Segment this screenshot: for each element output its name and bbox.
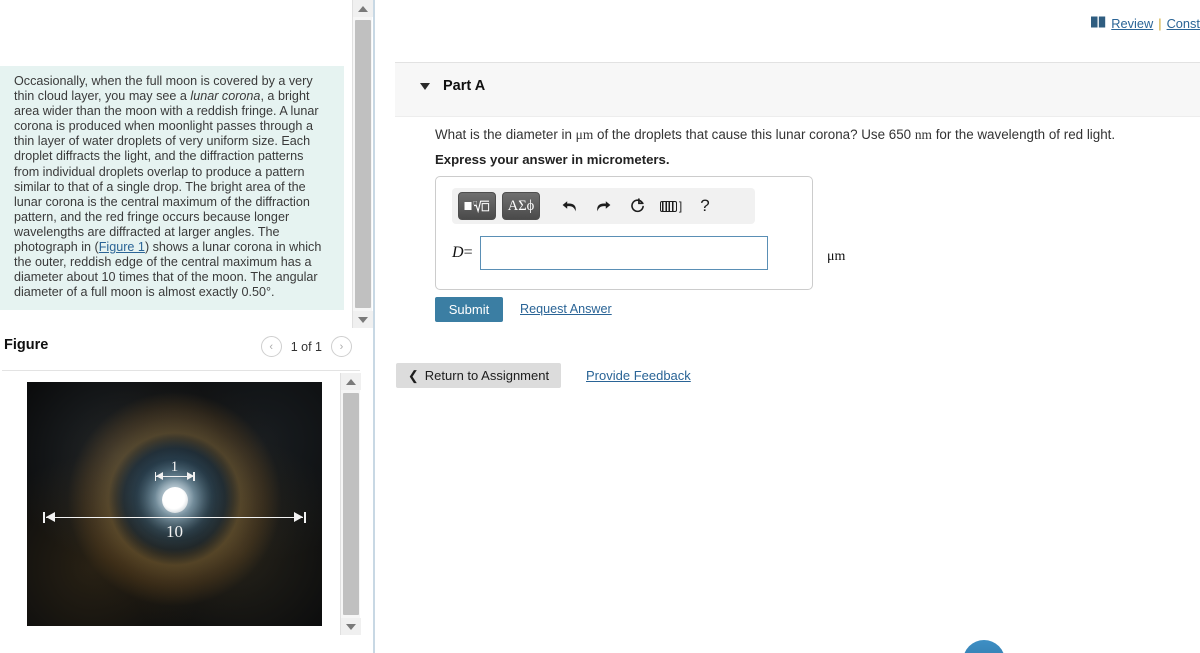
keyboard-icon[interactable]: ] (658, 192, 684, 220)
figure-1-link[interactable]: Figure 1 (99, 240, 145, 254)
figure-divider (2, 370, 360, 371)
keyboard-glyph (659, 200, 677, 212)
statement-scroll-down-button[interactable] (353, 311, 373, 328)
request-answer-link[interactable]: Request Answer (520, 302, 612, 316)
part-a-title: Part A (443, 78, 486, 94)
caret-down-icon[interactable] (420, 83, 430, 90)
corona-diameter-label: 10 (166, 521, 183, 541)
provide-feedback-link[interactable]: Provide Feedback (586, 368, 691, 383)
statement-scrollbar[interactable] (352, 0, 373, 328)
figure-navigation: ‹ 1 of 1 › (260, 336, 352, 357)
top-links-row: Review | Const (1091, 16, 1200, 31)
return-to-assignment-label: Return to Assignment (424, 368, 550, 383)
variable-d: D (452, 244, 464, 261)
greek-symbols-button[interactable]: ΑΣϕ (502, 192, 540, 220)
statement-part-4: . (271, 285, 275, 300)
links-separator: | (1158, 16, 1162, 31)
submit-button[interactable]: Submit (435, 297, 503, 322)
arrowhead-left-large-icon (46, 512, 55, 523)
redo-icon[interactable] (590, 192, 616, 220)
question-text-c: for the wavelength of red light. (931, 127, 1116, 142)
problem-statement-box: Occasionally, when the full moon is cove… (0, 66, 344, 311)
triangle-down-icon (346, 623, 356, 630)
question-text: What is the diameter in μm of the drople… (435, 127, 1115, 143)
part-a-header[interactable]: Part A (395, 62, 1200, 117)
book-icon (1091, 16, 1106, 31)
triangle-down-icon (358, 316, 368, 323)
answer-instruction: Express your answer in micrometers. (435, 152, 670, 167)
main-panel: Review | Const Part A What is the diamet… (377, 0, 1200, 653)
figure-scroll-down-button[interactable] (341, 618, 361, 635)
page-root: Occasionally, when the full moon is cove… (0, 0, 1200, 653)
problem-statement-region: Occasionally, when the full moon is cove… (0, 0, 375, 328)
caliper-bar-large (46, 516, 303, 519)
figure-scrollbar[interactable] (340, 373, 361, 635)
statement-scroll-thumb[interactable] (355, 20, 371, 308)
problem-statement-text: Occasionally, when the full moon is cove… (14, 74, 332, 300)
arrowhead-right-small-icon (186, 472, 194, 481)
reset-icon[interactable] (624, 192, 650, 220)
keyboard-bracket: ] (678, 199, 683, 213)
lunar-corona-photo: 1 10 (27, 382, 322, 626)
figure-counter: 1 of 1 (290, 339, 322, 354)
answer-unit-label: μm (827, 249, 846, 264)
question-text-b: of the droplets that cause this lunar co… (593, 127, 915, 142)
chevron-left-icon: ❮ (407, 367, 419, 383)
figure-scroll-up-button[interactable] (341, 373, 361, 390)
figure-title: Figure (4, 337, 49, 353)
statement-italic-term: lunar corona (190, 89, 261, 104)
question-unit-nanometer: nm (914, 127, 932, 142)
return-to-assignment-button[interactable]: ❮ Return to Assignment (396, 363, 561, 388)
math-toolbar: □ ΑΣϕ] ? (452, 188, 755, 224)
equals-sign: = (463, 244, 473, 261)
arrowhead-right-large-icon (294, 512, 303, 523)
answer-input[interactable] (479, 236, 768, 270)
triangle-up-icon (346, 378, 356, 385)
chat-help-button[interactable] (963, 640, 1005, 653)
question-text-a: What is the diameter in (435, 127, 576, 142)
figure-region: 1 10 (0, 373, 375, 653)
left-panel: Occasionally, when the full moon is cove… (0, 0, 375, 653)
help-icon[interactable]: ? (692, 192, 718, 220)
question-unit-micrometer: μm (575, 127, 594, 142)
figure-next-button[interactable]: › (331, 336, 352, 357)
review-link[interactable]: Review (1111, 16, 1153, 31)
answer-row: D= (452, 236, 768, 270)
constants-link[interactable]: Const (1167, 16, 1200, 31)
moon-disc (161, 487, 188, 514)
statement-scroll-up-button[interactable] (353, 0, 373, 17)
answer-entry-box: □ ΑΣϕ] ? D= μm (435, 176, 845, 290)
variable-label: D= (452, 244, 473, 262)
figure-prev-button[interactable]: ‹ (260, 336, 282, 357)
triangle-up-icon (358, 5, 368, 12)
figure-scroll-thumb[interactable] (343, 393, 359, 615)
undo-icon[interactable] (556, 192, 582, 220)
statement-part-2: , a bright area wider than the moon with… (14, 89, 319, 255)
figure-header: Figure ‹ 1 of 1 › (0, 333, 360, 368)
arrowhead-left-small-icon (155, 472, 163, 481)
template-root-button[interactable]: □ (458, 192, 496, 220)
